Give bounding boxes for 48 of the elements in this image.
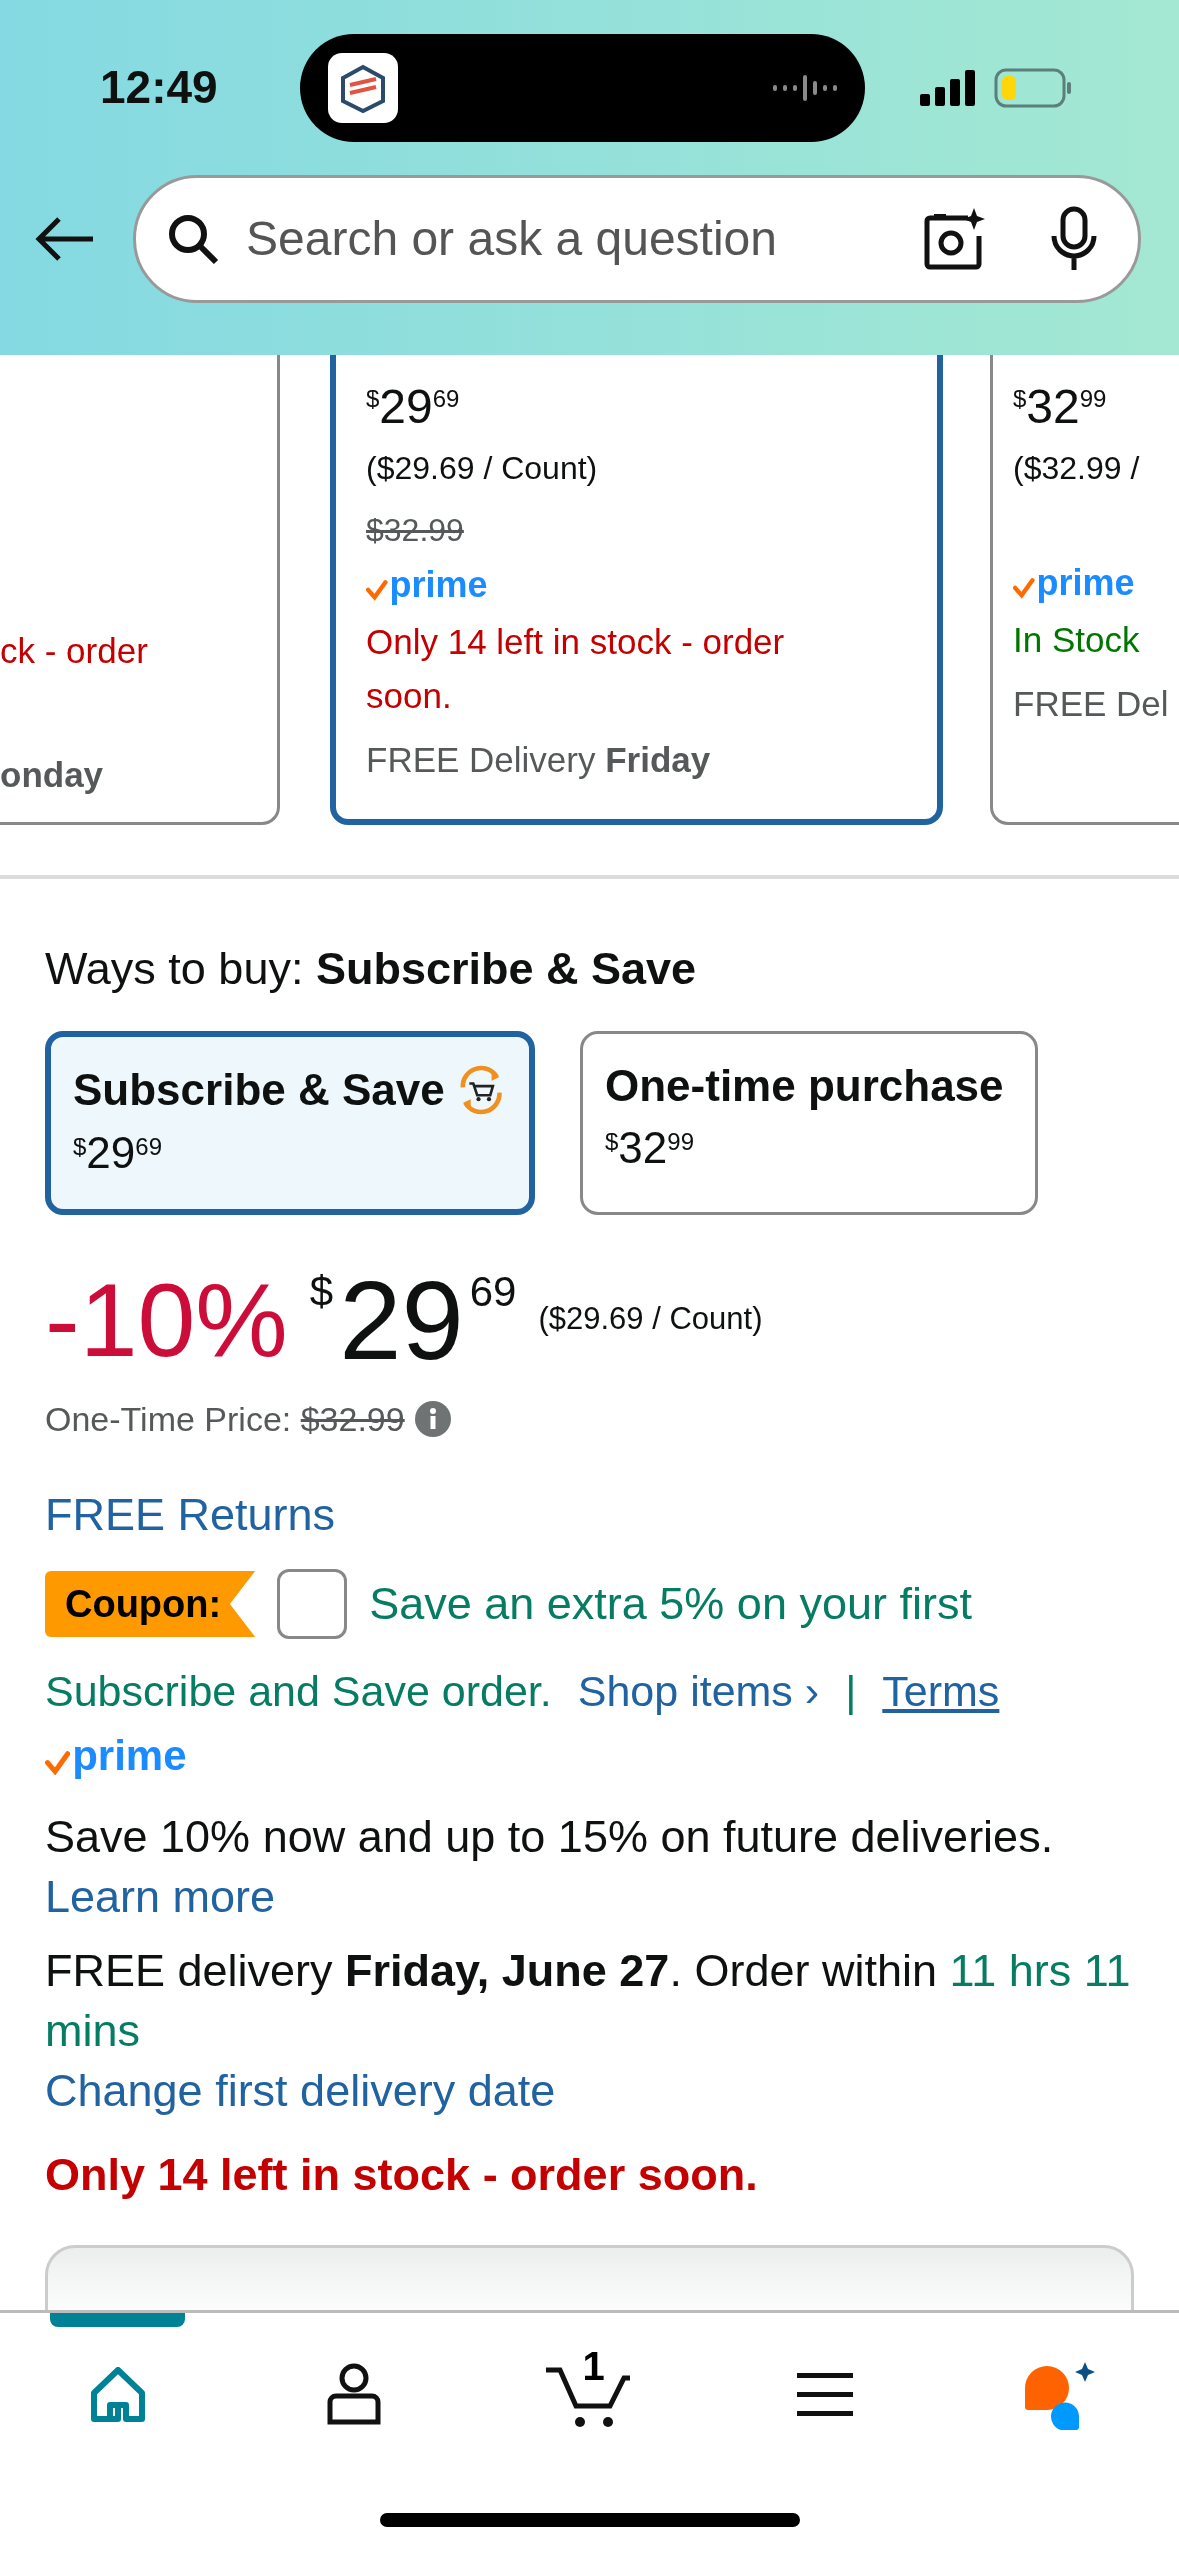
learn-more-link[interactable]: Learn more bbox=[45, 1867, 276, 1927]
discount-percent: -10% bbox=[45, 1265, 288, 1375]
ways-to-buy-label: Ways to buy: Subscribe & Save bbox=[45, 942, 698, 996]
camera-icon[interactable] bbox=[924, 208, 986, 270]
coupon-badge: Coupon: bbox=[45, 1571, 256, 1637]
unit-price: ($29.69 / Count) bbox=[366, 449, 599, 488]
list-price: $32.99 bbox=[366, 511, 465, 550]
stock-status: In Stock bbox=[1013, 619, 1141, 661]
stock-status: Only 14 left in stock - order soon. bbox=[366, 621, 786, 717]
option-title: Subscribe & Save bbox=[73, 1064, 445, 1116]
prime-logo: prime bbox=[45, 1735, 1134, 1777]
search-icon bbox=[166, 212, 220, 266]
one-time-price: One-Time Price: $32.99 bbox=[45, 1399, 405, 1440]
delivery-message: FREE delivery Friday, June 27. Order within 11 hrs 11 mins bbox=[45, 1944, 1132, 2058]
info-icon[interactable] bbox=[414, 1401, 451, 1437]
shop-items-link[interactable]: Shop items › bbox=[577, 1661, 820, 1721]
signal-icon bbox=[920, 69, 976, 106]
coupon-text: Subscribe and Save order. bbox=[45, 1666, 552, 1717]
status-time: 12:49 bbox=[100, 60, 219, 115]
audio-wave-icon bbox=[773, 72, 837, 103]
coupon-text: Save an extra 5% on your first bbox=[369, 1577, 972, 1631]
unit-price: ($32.99 / bbox=[1013, 449, 1141, 488]
search-input[interactable]: Search or ask a question bbox=[246, 203, 898, 275]
terms-link[interactable]: Terms bbox=[882, 1661, 1000, 1721]
battery-icon bbox=[994, 67, 1074, 108]
coupon-checkbox[interactable] bbox=[277, 1569, 348, 1639]
delivery-info: FREE Delivery Friday bbox=[366, 739, 712, 781]
home-icon[interactable] bbox=[89, 2367, 146, 2423]
account-icon[interactable] bbox=[325, 2362, 382, 2428]
menu-icon[interactable] bbox=[797, 2373, 854, 2417]
delivery-info: onday bbox=[0, 754, 105, 796]
search-field[interactable]: Search or ask a question bbox=[133, 175, 1141, 303]
option-title: One-time purchase bbox=[605, 1060, 1004, 1112]
unit-price: ($29.69 / Count) bbox=[538, 1300, 763, 1338]
product-card[interactable]: ck - order onday bbox=[0, 355, 280, 825]
link-separator: | bbox=[845, 1666, 857, 1717]
cart-count: 1 bbox=[582, 2346, 605, 2386]
prime-logo: prime bbox=[1013, 565, 1179, 601]
stock-warning: Only 14 left in stock - order soon. bbox=[45, 2148, 759, 2202]
prime-logo: prime bbox=[366, 567, 867, 603]
subscribe-note: Save 10% now and up to 15% on future deliveries. bbox=[45, 1810, 1055, 1864]
delivery-info: FREE Del bbox=[1013, 683, 1170, 725]
back-arrow-icon[interactable] bbox=[35, 216, 95, 262]
change-delivery-date-link[interactable]: Change first delivery date bbox=[45, 2061, 556, 2121]
app-icon bbox=[328, 52, 398, 123]
free-returns-link[interactable]: FREE Returns bbox=[45, 1485, 336, 1545]
stock-status: ck - order bbox=[0, 630, 149, 672]
microphone-icon[interactable] bbox=[1050, 206, 1098, 272]
